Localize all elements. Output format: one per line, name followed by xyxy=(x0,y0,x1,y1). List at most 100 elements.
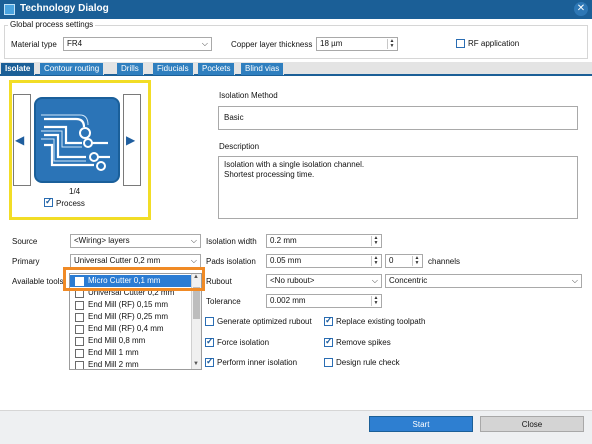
isolation-method-value: Basic xyxy=(224,113,244,122)
previous-method-button[interactable]: ◀ xyxy=(13,94,31,186)
checkbox-icon[interactable] xyxy=(75,301,84,310)
rf-application-checkbox[interactable] xyxy=(456,39,465,50)
spinner-arrows-icon[interactable]: ▲ ▼ xyxy=(371,256,380,266)
rubout-label: Rubout xyxy=(206,277,232,286)
start-button[interactable]: Start xyxy=(369,416,473,432)
design-rule-check-checkbox[interactable] xyxy=(324,358,333,369)
tool-item-label: End Mill 2 mm xyxy=(88,360,139,369)
arrow-left-icon: ◀ xyxy=(15,133,25,147)
selected-tool-highlight xyxy=(63,267,205,291)
checkbox-icon[interactable] xyxy=(75,313,84,322)
tool-item-end-mill-08[interactable]: End Mill 0,8 mm xyxy=(70,335,191,347)
material-type-value: FR4 xyxy=(67,39,83,48)
isolation-method-field[interactable]: Basic xyxy=(218,106,578,130)
rf-application-label: RF application xyxy=(468,39,520,48)
checkbox-icon[interactable] xyxy=(75,349,84,358)
material-type-select[interactable]: FR4 ⌵ xyxy=(63,37,212,51)
tool-item-end-mill-2[interactable]: End Mill 2 mm xyxy=(70,359,191,369)
next-method-button[interactable]: ▶ xyxy=(123,94,141,186)
checkbox-icon[interactable] xyxy=(75,361,84,369)
chevron-down-icon: ⌵ xyxy=(201,39,208,48)
title-bar: Technology Dialog ✕ xyxy=(0,0,592,19)
process-checkbox[interactable] xyxy=(44,196,53,209)
rubout-select[interactable]: <No rubout> ⌵ xyxy=(266,274,382,288)
force-isolation-checkbox[interactable] xyxy=(205,336,214,349)
rubout-mode-value: Concentric xyxy=(389,276,428,285)
spinner-arrows-icon[interactable]: ▲ ▼ xyxy=(371,296,380,306)
rf-application-check-icon[interactable] xyxy=(456,39,465,48)
tool-item-label: End Mill 0,8 mm xyxy=(88,336,146,345)
copper-thickness-value: 18 µm xyxy=(320,39,343,48)
design-rule-check-label: Design rule check xyxy=(336,358,400,367)
tab-blind-vias[interactable]: Blind vias xyxy=(241,63,285,75)
spinner-arrows-icon[interactable]: ▲ ▼ xyxy=(371,236,380,246)
checkbox-icon[interactable] xyxy=(324,358,333,367)
tolerance-value: 0.002 mm xyxy=(270,296,306,305)
channels-spinner[interactable]: 0 ▲ ▼ xyxy=(385,254,423,268)
isolation-method-label: Isolation Method xyxy=(219,91,278,100)
checkbox-icon[interactable] xyxy=(75,325,84,334)
pcb-traces-icon xyxy=(41,114,110,171)
tool-item-label: End Mill (RF) 0,4 mm xyxy=(88,324,164,333)
checkbox-checked-icon[interactable] xyxy=(324,315,333,326)
source-value: <Wiring> layers xyxy=(74,236,130,245)
app-icon xyxy=(4,4,15,15)
tab-isolate[interactable]: Isolate xyxy=(1,63,36,75)
generate-optimized-rubout-checkbox[interactable] xyxy=(205,317,214,328)
tool-item-label: End Mill (RF) 0,15 mm xyxy=(88,300,169,309)
primary-tool-value: Universal Cutter 0,2 mm xyxy=(74,256,161,265)
arrow-right-icon: ▶ xyxy=(126,133,136,147)
channels-label: channels xyxy=(428,257,461,266)
copper-thickness-label: Copper layer thickness xyxy=(231,40,313,49)
tool-item-end-mill-rf-015[interactable]: End Mill (RF) 0,15 mm xyxy=(70,299,191,311)
force-isolation-label: Force isolation xyxy=(217,338,270,347)
isolation-preview-image xyxy=(34,97,120,183)
tool-item-end-mill-rf-04[interactable]: End Mill (RF) 0,4 mm xyxy=(70,323,191,335)
process-label: Process xyxy=(56,199,85,208)
checkbox-checked-icon[interactable] xyxy=(324,336,333,347)
chevron-down-icon: ⌵ xyxy=(571,276,578,285)
tab-fiducials[interactable]: Fiducials xyxy=(153,63,194,75)
description-line-1: Isolation with a single isolation channe… xyxy=(224,160,365,169)
chevron-down-icon: ⌵ xyxy=(190,256,197,265)
pads-isolation-spinner[interactable]: 0.05 mm ▲ ▼ xyxy=(266,254,382,268)
spinner-arrows-icon[interactable]: ▲ ▼ xyxy=(412,256,421,266)
description-label: Description xyxy=(219,142,260,151)
material-type-label: Material type xyxy=(11,40,57,49)
description-line-2: Shortest processing time. xyxy=(224,170,315,179)
tool-item-end-mill-1[interactable]: End Mill 1 mm xyxy=(70,347,191,359)
checkbox-icon[interactable] xyxy=(75,337,84,346)
scroll-down-icon[interactable]: ▼ xyxy=(193,361,199,367)
tab-pockets[interactable]: Pockets xyxy=(198,63,236,75)
spinner-arrows-icon[interactable]: ▲ ▼ xyxy=(387,39,396,49)
primary-tool-select[interactable]: Universal Cutter 0,2 mm ⌵ xyxy=(70,254,201,268)
tolerance-spinner[interactable]: 0.002 mm ▲ ▼ xyxy=(266,294,382,308)
source-label: Source xyxy=(12,237,38,246)
checkbox-checked-icon[interactable] xyxy=(205,356,214,367)
source-select[interactable]: <Wiring> layers ⌵ xyxy=(70,234,201,248)
perform-inner-isolation-label: Perform inner isolation xyxy=(217,358,298,367)
checkbox-icon[interactable] xyxy=(205,317,214,326)
tool-item-end-mill-rf-025[interactable]: End Mill (RF) 0,25 mm xyxy=(70,311,191,323)
pads-isolation-label: Pads isolation xyxy=(206,257,256,266)
rubout-mode-select[interactable]: Concentric ⌵ xyxy=(385,274,582,288)
chevron-down-icon: ⌵ xyxy=(190,236,197,245)
perform-inner-isolation-checkbox[interactable] xyxy=(205,356,214,369)
rubout-value: <No rubout> xyxy=(270,276,315,285)
preview-page-indicator: 1/4 xyxy=(69,187,81,196)
isolation-width-spinner[interactable]: 0.2 mm ▲ ▼ xyxy=(266,234,382,248)
checkbox-checked-icon[interactable] xyxy=(205,336,214,347)
replace-existing-toolpath-label: Replace existing toolpath xyxy=(336,317,426,326)
channels-value: 0 xyxy=(389,256,394,265)
primary-label: Primary xyxy=(12,257,40,266)
close-button[interactable]: Close xyxy=(480,416,584,432)
remove-spikes-checkbox[interactable] xyxy=(324,336,333,349)
tab-contour-routing[interactable]: Contour routing xyxy=(40,63,105,75)
replace-existing-toolpath-checkbox[interactable] xyxy=(324,315,333,328)
close-window-button[interactable]: ✕ xyxy=(574,2,588,16)
tab-drills[interactable]: Drills xyxy=(117,63,144,75)
tolerance-label: Tolerance xyxy=(206,297,241,306)
process-check-icon[interactable] xyxy=(44,196,53,207)
scrollbar-thumb[interactable] xyxy=(193,287,200,319)
copper-thickness-spinner[interactable]: 18 µm ▲ ▼ xyxy=(316,37,398,51)
